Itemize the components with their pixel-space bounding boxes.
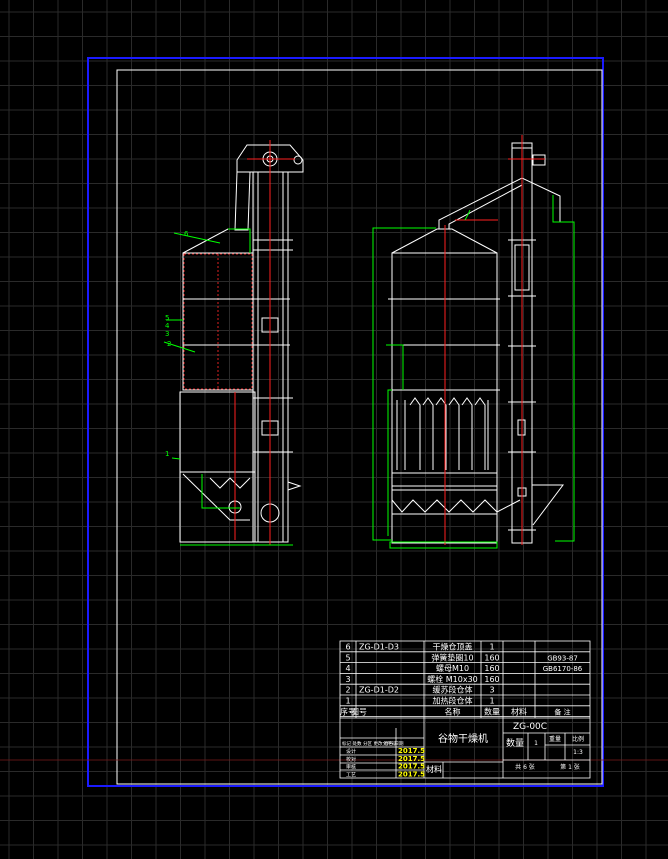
parts-cell-no: 2 <box>345 686 350 695</box>
parts-cell-name: 干燥仓顶盖 <box>433 642 473 652</box>
signoff-header-cell: 分区 <box>363 740 372 747</box>
parts-cell-remark: GB6170-86 <box>543 665 583 673</box>
parts-cell-qty: 1 <box>489 643 494 652</box>
parts-cell-name: 名称 <box>445 706 461 716</box>
parts-cell-no: 5 <box>345 653 350 662</box>
signoff-header-cell: 处数 <box>353 740 362 747</box>
parts-cell-remark: 备 注 <box>554 707 570 716</box>
parts-cell-remark: GB93-87 <box>547 654 578 662</box>
parts-cell-name: 缓苏段仓体 <box>433 685 473 695</box>
scale-label: 比例 <box>572 735 584 743</box>
parts-cell-name: 螺栓 M10x30 <box>427 674 478 684</box>
parts-cell-drawing_no: 图号 <box>351 707 367 716</box>
parts-cell-drawing_no: ZG-D1-D2 <box>359 686 399 695</box>
signoff-header-cell: 标记 <box>342 740 351 747</box>
signoff-date: 2017.5 <box>398 770 425 778</box>
quantity-value: 1 <box>534 740 538 747</box>
parts-cell-no: 6 <box>345 643 350 652</box>
sheets-total: 共 6 张 <box>515 763 535 771</box>
signoff-date: 2017.5 <box>398 747 425 755</box>
signoff-block: 标记 处数 分区 更改文件号签名 日期设计 2017.5校对 2017.5审核 2017.5工… <box>342 740 425 778</box>
signoff-role: 校对 <box>346 756 356 763</box>
signoff-date: 2017.5 <box>398 763 425 771</box>
weight-label: 重量 <box>549 735 561 743</box>
callout-4: 4 <box>165 322 170 330</box>
inner-frame <box>116 69 603 785</box>
parts-cell-name: 弹簧垫圈10 <box>431 652 473 662</box>
callout-labels: 6 5 4 3 2 1 <box>165 230 189 458</box>
parts-cell-qty: 1 <box>489 697 494 706</box>
callout-5: 5 <box>165 314 169 322</box>
parts-cell-no: 3 <box>345 675 350 684</box>
front-view-drawing <box>163 140 304 546</box>
drawing-title: 谷物干燥机 <box>438 732 488 745</box>
signoff-role: 工艺 <box>346 772 356 778</box>
parts-cell-name: 螺母M10 <box>436 663 469 673</box>
sheet-number: 第 1 张 <box>560 763 580 771</box>
scale-value: 1:3 <box>573 749 583 756</box>
signoff-role: 审核 <box>346 764 356 771</box>
side-view-drawing <box>372 135 575 549</box>
material-label: 材料 <box>426 764 442 774</box>
parts-cell-material: 材料 <box>511 706 527 716</box>
parts-cell-qty: 数量 <box>484 706 500 716</box>
signoff-header-cell: 签名 <box>384 740 393 747</box>
callout-6: 6 <box>184 230 189 238</box>
parts-cell-drawing_no: ZG-D1-D3 <box>359 643 399 652</box>
parts-cell-no: 4 <box>345 664 350 673</box>
parts-cell-name: 加热段仓体 <box>433 696 473 706</box>
parts-cell-qty: 160 <box>484 653 499 662</box>
parts-cell-qty: 160 <box>484 675 499 684</box>
signoff-date: 2017.5 <box>398 755 425 763</box>
parts-cell-qty: 3 <box>489 686 494 695</box>
callout-1: 1 <box>165 450 169 458</box>
signoff-role: 设计 <box>346 748 356 755</box>
quantity-label: 数量 <box>506 737 524 749</box>
drawing-code: ZG-00C <box>513 722 547 732</box>
parts-cell-no: 1 <box>345 697 350 706</box>
cad-drawing-canvas[interactable]: 6 5 4 3 2 1 6 ZG-D1-D3 干燥仓顶盖 15 弹簧垫圈10 1… <box>0 0 668 859</box>
callout-3: 3 <box>165 330 169 338</box>
background-grid <box>0 0 668 859</box>
parts-cell-qty: 160 <box>484 664 499 673</box>
callout-2: 2 <box>167 340 171 348</box>
